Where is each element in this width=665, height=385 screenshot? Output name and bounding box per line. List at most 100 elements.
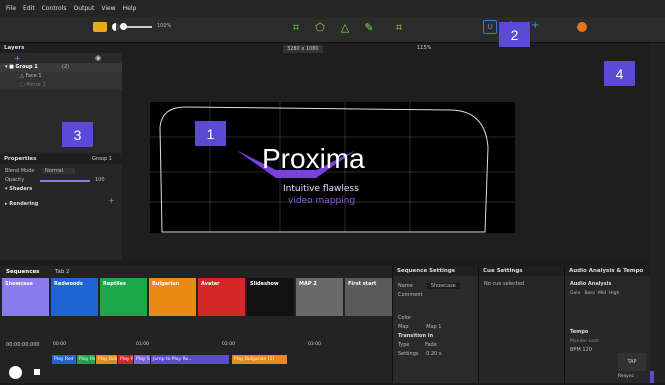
add-layer-icon[interactable]: + [14,54,21,63]
timeline-cue[interactable]: Jump to Play Re... [151,355,229,364]
zoom-readout[interactable]: 115% [417,45,431,51]
draw-icon[interactable]: ✎ [362,21,376,35]
name-row: Name Showcase [393,282,478,291]
magnet-icon[interactable]: ∪ [483,20,497,34]
group-name: Group 1 [15,64,38,70]
opacity-value[interactable]: 100% [157,23,171,29]
sequence-card[interactable]: First start [345,278,392,316]
rendering-label: Rendering [9,201,39,207]
audio-title: Audio Analysis & Tempo [565,266,650,276]
right-side-panel [650,43,665,383]
sequence-card[interactable]: Avatar [198,278,245,316]
sequence-card[interactable]: Reptiles [100,278,147,316]
seqsettings-title: Sequence Settings [393,266,478,276]
cue-empty-message: No cue selected [484,281,525,287]
blend-select[interactable]: Normal [42,168,76,174]
menu-help[interactable]: Help [123,5,137,12]
timeline-cue[interactable]: Play Red [52,355,76,364]
proxima-logo: Proxima [262,143,365,174]
group-count: (2) [62,64,70,70]
menu-view[interactable]: View [101,5,115,12]
gain-label: Gain [570,291,581,296]
tempo-header[interactable]: Tempo [565,328,650,337]
shaders-section[interactable]: ▾ Shaders [0,185,122,194]
name-input[interactable]: Showcase [426,283,460,289]
timeline-cue[interactable]: Play Bulgarian (1) [232,355,287,364]
opacity-knob[interactable] [120,23,127,30]
properties-group-label: Group 1 [92,156,112,162]
add-shader-icon[interactable]: + [108,196,115,205]
timeline-cue[interactable]: Play Re [77,355,95,364]
type-row: Type Fade [393,341,478,350]
tap-button[interactable]: TAP [618,353,646,371]
opacity-prop-value[interactable]: 100 [95,176,105,185]
tab-2[interactable]: Tab 2 [55,269,70,275]
audio-analysis-header[interactable]: Audio Analysis [565,280,650,289]
sequence-card[interactable]: MAP 2 [296,278,343,316]
resync-button[interactable]: Resync [618,374,634,379]
menu-bar: File Edit Controls Output View Help [0,0,665,17]
tick-3: 03:00 [308,342,321,347]
play-button[interactable] [9,366,22,379]
type-label: Type [398,342,410,348]
layer-mirror-row[interactable]: ▢ Mirror 1 [0,81,122,90]
layer-face-row[interactable]: △ Face 1 [0,72,122,81]
tick-2: 02:00 [222,342,235,347]
opacity-label: Opacity [5,177,25,183]
settings-input[interactable]: 0.20 s [426,351,441,357]
opacity-prop-slider[interactable] [40,180,90,182]
folder-icon: ▾ ■ [5,64,16,70]
high-label: High [608,291,620,296]
blend-row: Blend Mode Normal [0,167,122,176]
timeline-cue[interactable]: Play Bulg [96,355,117,364]
mesh-icon[interactable]: ⬠ [313,21,327,35]
sequence-card[interactable]: Showcase [2,278,49,316]
shaders-label: Shaders [9,186,33,192]
menu-output[interactable]: Output [74,5,95,12]
transform-icon[interactable]: ⌗ [289,21,303,35]
sequence-card[interactable]: Redwoods [51,278,98,316]
bpm-input[interactable]: 120 [582,347,592,353]
output-icon[interactable] [577,22,587,32]
layers-toolbar: + ◉ [0,53,122,63]
transition-header[interactable]: Transition in [393,332,478,341]
comment-label: Comment [398,292,423,298]
crosshair-icon[interactable]: + [531,20,539,31]
menu-controls[interactable]: Controls [42,5,67,12]
layer-group-row[interactable]: ▾ ■ Group 1 (2) [0,63,122,72]
monitor-lock-button[interactable]: Monitor Lock [565,337,650,346]
timecode[interactable]: 00:00:00.000 [6,342,40,348]
sequence-card[interactable]: Slideshow [247,278,294,316]
preset-icon[interactable] [93,22,107,32]
menu-edit[interactable]: Edit [23,5,35,12]
callout-2: 2 [499,22,530,47]
brightness-icon[interactable] [112,23,120,31]
map-select[interactable]: Map 1 [426,324,441,330]
tick-0: 00:00 [53,342,66,347]
map-row: Map Map 1 [393,323,478,332]
callout-4: 4 [604,61,635,86]
settings-row: Settings 0.20 s [393,350,478,359]
timeline-cue[interactable]: Play Re [118,355,133,364]
map-label: Map [398,324,409,330]
callout-1: 1 [195,121,226,146]
rendering-section[interactable]: ▸ Rendering [0,200,122,209]
tab-sequences[interactable]: Sequences [6,269,39,275]
triangle-icon[interactable]: △ [338,21,352,35]
resolution-badge: 3280 x 1080 [283,45,323,53]
opacity-row: Opacity 100 [0,176,122,185]
blend-label: Blend Mode [5,168,35,174]
visibility-icon[interactable]: ◉ [95,54,101,62]
tick-1: 01:00 [136,342,149,347]
timeline-cue[interactable]: Play Sh [134,355,150,364]
face-name: Face 1 [25,73,42,79]
cue-settings-panel: Cue Settings No cue selected [478,266,564,383]
color-label: Color [398,315,412,321]
grid-warp-icon[interactable]: ⌗ [392,21,406,35]
stop-button[interactable] [34,369,40,375]
menu-file[interactable]: File [6,5,16,12]
sequence-card[interactable]: Bulgarian [149,278,196,316]
settings-label: Settings [398,351,419,357]
type-select[interactable]: Fade [425,342,437,348]
mid-label: Mid [598,291,607,296]
